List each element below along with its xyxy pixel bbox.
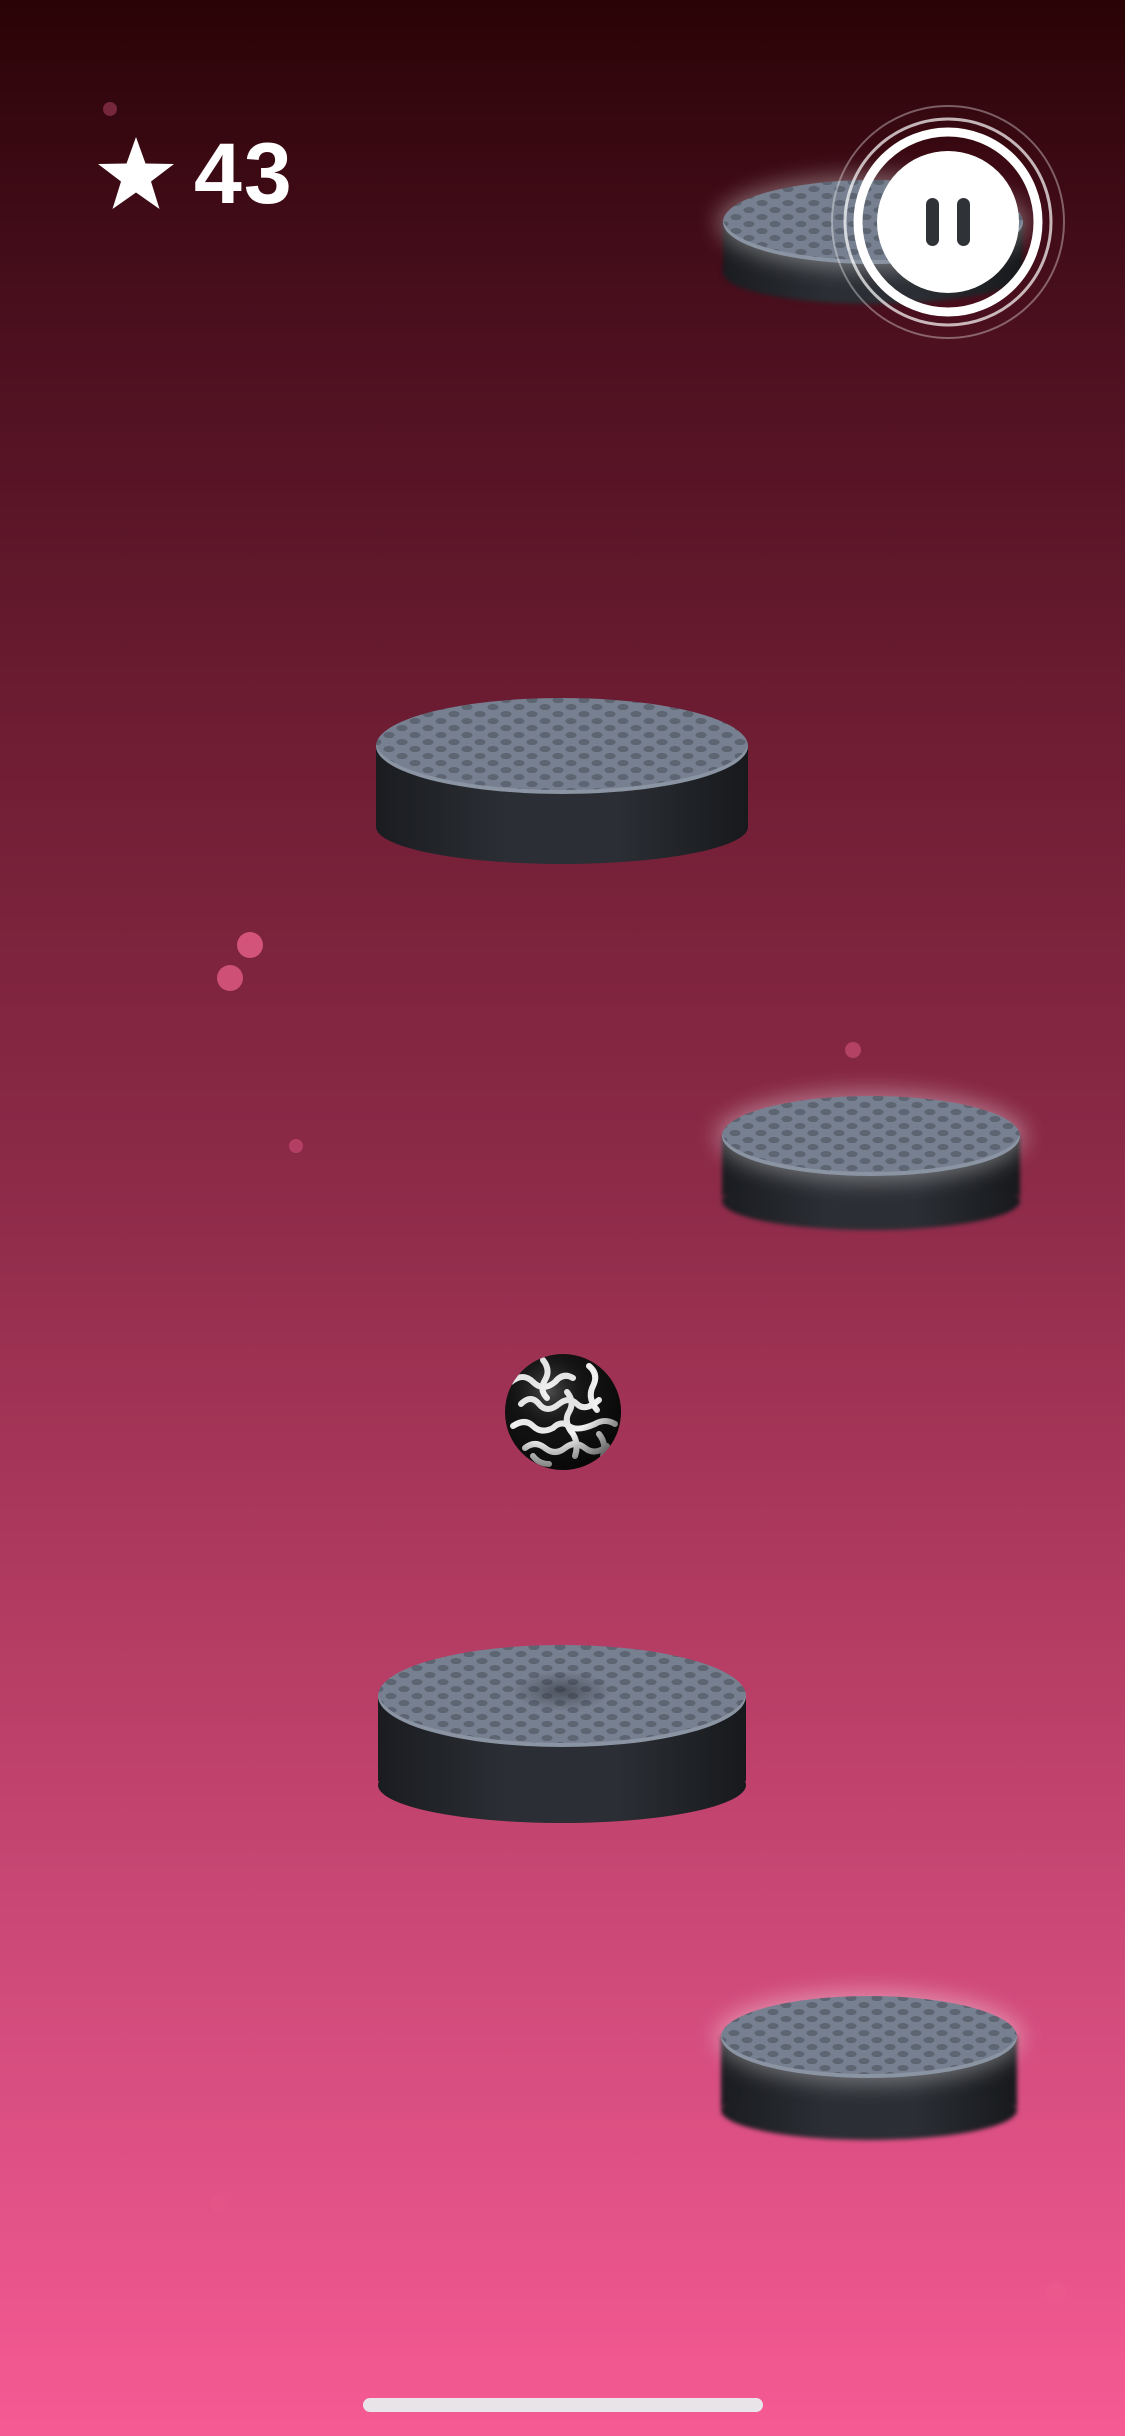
home-indicator[interactable]	[363, 2398, 763, 2412]
background-particle	[1045, 2282, 1067, 2304]
platform	[378, 1645, 746, 1823]
player-ball	[505, 1354, 621, 1470]
background-particle	[845, 1042, 861, 1058]
score-display: 43	[96, 128, 294, 220]
pause-button[interactable]	[830, 104, 1066, 340]
pause-icon	[831, 105, 1065, 339]
ball-shadow	[512, 1671, 612, 1711]
background-particle	[210, 2195, 228, 2213]
background-particle	[289, 1139, 303, 1153]
platform	[376, 698, 748, 864]
game-scene[interactable]: 43	[0, 0, 1125, 2436]
platform	[722, 1096, 1020, 1232]
background-particle	[237, 932, 263, 958]
background-particle	[103, 102, 117, 116]
score-value: 43	[194, 126, 294, 222]
background-particle	[217, 965, 243, 991]
star-icon	[98, 137, 174, 209]
platform	[721, 1996, 1017, 2142]
